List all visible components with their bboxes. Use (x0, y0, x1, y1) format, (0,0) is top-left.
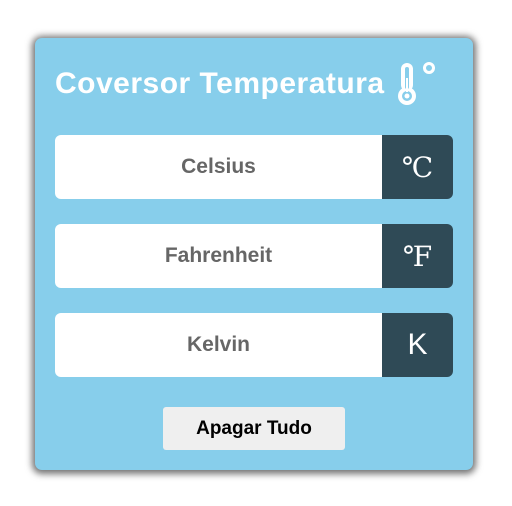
fahrenheit-unit-label: ℉ (382, 224, 453, 288)
fahrenheit-input[interactable] (55, 224, 382, 288)
fahrenheit-field: ℉ (55, 224, 453, 288)
clear-all-button[interactable]: Apagar Tudo (163, 407, 345, 450)
header: Coversor Temperatura (55, 62, 443, 106)
page-title: Coversor Temperatura (55, 67, 385, 100)
kelvin-unit-label: K (382, 313, 453, 377)
kelvin-field: K (55, 313, 453, 377)
celsius-input[interactable] (55, 135, 382, 199)
thermometer-icon (397, 62, 435, 105)
celsius-unit-label: ℃ (382, 135, 453, 199)
celsius-field: ℃ (55, 135, 453, 199)
converter-card: Coversor Temperatura ℃ ℉ K Apagar Tudo (35, 38, 473, 470)
kelvin-input[interactable] (55, 313, 382, 377)
